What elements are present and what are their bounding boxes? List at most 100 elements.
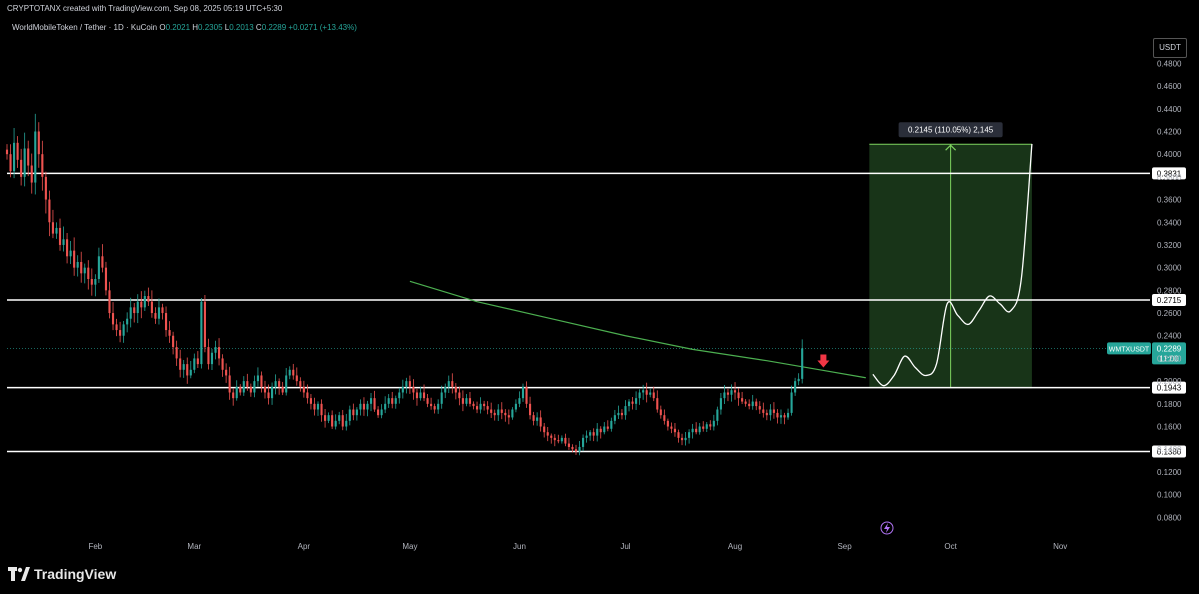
candle-body — [589, 432, 592, 436]
candle-body — [483, 403, 486, 407]
candle-body — [302, 386, 305, 393]
candle-body — [140, 301, 143, 308]
candle-body — [603, 426, 606, 433]
candle-body — [338, 415, 341, 421]
candle-body — [90, 279, 93, 285]
candle-body — [408, 381, 411, 387]
candle-body — [377, 409, 380, 416]
candle-body — [762, 409, 765, 413]
candle-body — [126, 318, 129, 325]
candle-body — [758, 406, 761, 410]
chart-area[interactable]: WorldMobileToken / Tether · 1D · KuCoin … — [0, 18, 1199, 558]
tradingview-brand: TradingView — [34, 566, 117, 582]
candle-body — [719, 398, 722, 410]
candle-body — [677, 432, 680, 438]
candle-body — [235, 386, 238, 399]
candle-body — [440, 392, 443, 404]
candle-body — [94, 279, 97, 285]
y-tick-label: 0.2400 — [1157, 332, 1182, 341]
candle-body — [362, 403, 366, 410]
candle-body — [359, 403, 362, 410]
candle-body — [737, 392, 740, 399]
candle-body — [444, 386, 447, 393]
candle-body — [458, 392, 461, 399]
price-chart[interactable]: WorldMobileToken / Tether · 1D · KuCoin … — [0, 18, 1199, 558]
candle-body — [172, 335, 175, 348]
candle-body — [133, 307, 136, 314]
level-label: 0.2715 — [1157, 296, 1182, 305]
candle-body — [320, 403, 323, 416]
candle-body — [741, 398, 744, 402]
tradingview-logo[interactable]: TradingView — [8, 566, 116, 582]
lightning-bolt — [884, 523, 890, 533]
candle-body — [769, 409, 772, 416]
ma-line — [409, 280, 866, 379]
candle-body — [278, 381, 281, 387]
candle-body — [507, 415, 510, 418]
candle-body — [712, 420, 715, 427]
candle-body — [203, 301, 206, 348]
candle-body — [422, 392, 426, 399]
y-tick-label: 0.2600 — [1157, 309, 1182, 318]
x-tick-label: Mar — [187, 542, 201, 551]
candle-body — [150, 301, 153, 314]
price-axis[interactable]: 0.4800 0.4600 0.4400 0.4200 0.4000 0.3800 0.36… — [1157, 59, 1182, 522]
candle-body — [292, 369, 295, 376]
currency-button[interactable]: USDT — [1153, 38, 1187, 58]
candle-body — [486, 406, 489, 410]
candle-body — [447, 381, 450, 387]
candle-body — [733, 390, 737, 393]
candle-body — [479, 403, 482, 410]
candle-body — [592, 432, 595, 436]
candle-body — [313, 403, 316, 410]
candle-body — [324, 415, 327, 421]
candle-body — [783, 415, 786, 418]
candle-body — [649, 392, 652, 395]
lightning-icon[interactable] — [880, 521, 894, 535]
time-axis[interactable]: Feb Mar Apr May Jun Jul Aug Sep Oct Nov — [88, 542, 1067, 551]
y-tick-label: 0.3400 — [1157, 218, 1182, 227]
y-tick-label: 0.1800 — [1157, 400, 1182, 409]
candle-body — [412, 386, 415, 393]
candle-body — [271, 386, 274, 399]
candle-body — [415, 392, 419, 399]
candle-body — [62, 239, 65, 245]
candle-body — [366, 403, 369, 410]
y-tick-label: 0.4200 — [1157, 127, 1182, 136]
candle-body — [260, 375, 263, 387]
candle-body — [58, 227, 62, 245]
candle-body — [511, 409, 514, 418]
signal-arrow[interactable] — [817, 354, 830, 368]
candle-body — [34, 131, 37, 183]
candle-body — [500, 409, 503, 413]
candle-body — [475, 406, 479, 410]
candle-body — [680, 437, 684, 441]
candle-body — [136, 301, 139, 314]
candle-body — [560, 437, 563, 442]
candle-body — [557, 440, 560, 442]
candle-body — [129, 307, 132, 319]
candle-body — [316, 403, 320, 410]
y-tick-label: 0.3200 — [1157, 241, 1182, 250]
candle-body — [433, 406, 436, 410]
candle-body — [20, 159, 23, 177]
candle-body — [772, 409, 775, 413]
candle-body — [454, 386, 457, 393]
ohlc-value: 0.2021 — [166, 23, 193, 32]
footer: TradingView — [0, 558, 1199, 594]
down-arrow-icon — [817, 354, 830, 368]
candle-body — [207, 347, 210, 365]
y-tick-label: 0.2800 — [1157, 286, 1182, 295]
candle-body — [373, 398, 376, 410]
y-tick-label: 0.4000 — [1157, 150, 1182, 159]
candle-body — [345, 420, 348, 427]
x-tick-label: May — [402, 542, 417, 551]
candle-body — [334, 420, 337, 427]
candle-body — [765, 412, 768, 416]
candle-body — [104, 267, 108, 291]
candle-body — [394, 398, 397, 404]
candle-body — [472, 403, 475, 407]
candle-body — [48, 199, 51, 223]
candle-body — [352, 409, 355, 416]
candle-body — [539, 417, 542, 427]
